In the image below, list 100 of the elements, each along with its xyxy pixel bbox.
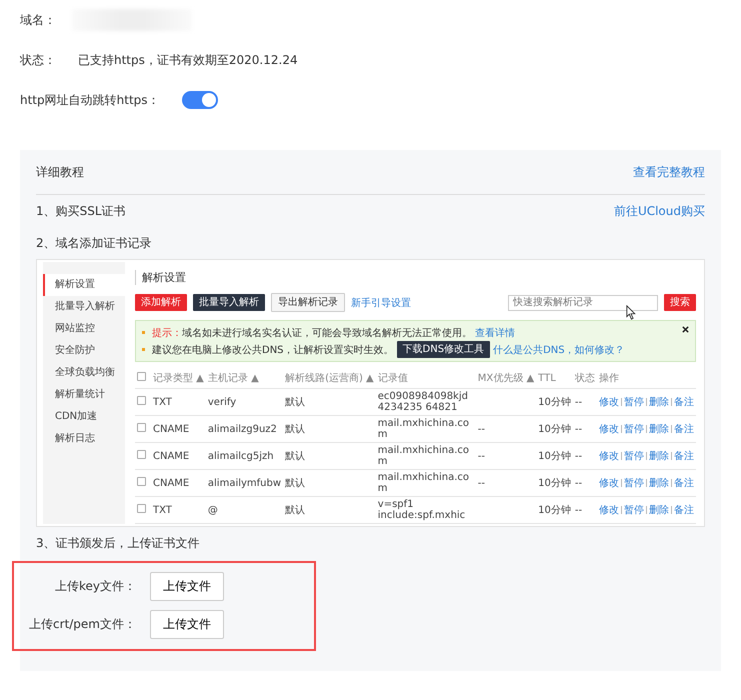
table-cell: v=spf1 include:spf.mxhic — [378, 499, 466, 521]
table-cell: mail.mxhichina.com — [378, 472, 470, 494]
table-cell: 默认 — [285, 424, 306, 435]
step-title: 3、证书颁发后，上传证书文件 — [36, 534, 200, 552]
sidebar-item[interactable]: 批量导入解析 — [43, 296, 125, 318]
search-field[interactable]: 快速搜索解析记录 — [508, 294, 658, 310]
row-action-link[interactable]: 备注 — [674, 424, 694, 435]
download-button[interactable]: 下载DNS修改工具 — [396, 341, 490, 358]
table-cell: 10分钟 — [538, 397, 571, 408]
row-action-link[interactable]: 删除 — [648, 505, 669, 516]
table-cell: alimailymfubw — [208, 478, 282, 488]
search-button[interactable]: 搜索 — [664, 294, 696, 311]
action-button[interactable]: 导出解析记录 — [271, 293, 345, 312]
close-icon[interactable] — [682, 326, 689, 333]
row-action-link[interactable]: 备注 — [674, 451, 694, 462]
sidebar-item[interactable]: 解析日志 — [43, 428, 125, 450]
row-action-link[interactable]: 备注 — [674, 505, 694, 516]
table-cell: -- — [574, 478, 582, 488]
bullet-icon — [142, 331, 145, 334]
row-action-link[interactable]: 暂停 — [624, 424, 644, 435]
action-button[interactable]: 添加解析 — [135, 294, 187, 311]
table-cell: TXT — [153, 396, 172, 408]
table-cell: -- — [478, 450, 485, 462]
sidebar-item[interactable]: 网站监控 — [43, 318, 125, 340]
table-cell: @ — [208, 504, 218, 516]
upload-button[interactable]: 上传文件 — [150, 572, 224, 600]
table-cell: CNAME — [153, 424, 190, 434]
field-label: http网址自动跳转https： — [20, 92, 160, 108]
sidebar-item[interactable]: 安全防护 — [43, 340, 125, 362]
step-title: 2、域名添加证书记录 — [36, 234, 152, 252]
field-label: 上传crt/pem文件： — [29, 616, 136, 632]
mouse-cursor-icon — [626, 305, 636, 320]
action-button[interactable]: 批量导入解析 — [193, 294, 265, 311]
table-cell: 10分钟 — [538, 478, 571, 489]
table-cell: -- — [574, 450, 582, 462]
row-action-link[interactable]: 暂停 — [624, 505, 644, 516]
row-action-link[interactable]: 暂停 — [624, 451, 644, 462]
sidebar-item[interactable]: 全球负载均衡 — [43, 362, 125, 384]
table-cell: -- — [478, 424, 485, 434]
row-action-link[interactable]: 删除 — [648, 478, 669, 489]
full-tutorial-link[interactable]: 查看完整教程 — [633, 164, 705, 180]
checkbox[interactable] — [137, 450, 146, 459]
table-cell: CNAME — [153, 450, 190, 462]
field-label: 状态： — [20, 52, 56, 68]
row-action-link[interactable]: 修改 — [598, 505, 619, 516]
row-action-link[interactable]: 修改 — [598, 478, 619, 489]
status-text: 已支持https，证书有效期至2020.12.24 — [78, 52, 298, 68]
table-cell: alimailzg9uz2 — [208, 424, 277, 434]
column-header: TTL — [538, 372, 556, 384]
row-action-link[interactable]: 删除 — [648, 451, 669, 462]
table-cell: 默认 — [285, 451, 306, 462]
column-header: 记录类型 ▲ — [153, 373, 204, 384]
help-link[interactable]: 什么是公共DNS，如何修改？ — [493, 342, 625, 356]
row-action-link[interactable]: 删除 — [648, 424, 669, 435]
table-cell: 默认 — [285, 478, 306, 489]
purchase-link[interactable]: 前往UCloud购买 — [614, 202, 705, 220]
table-cell: TXT — [153, 504, 172, 516]
sidebar-item[interactable]: 解析设置 — [43, 274, 125, 296]
row-action-link[interactable]: 修改 — [598, 397, 619, 408]
table-cell: 10分钟 — [538, 505, 571, 516]
checkbox[interactable] — [137, 372, 146, 381]
toggle-switch[interactable] — [182, 91, 218, 109]
column-header: 解析线路(运营商) ▲ — [285, 373, 374, 384]
table-cell: verify — [208, 396, 236, 408]
page-title: 解析设置 — [135, 270, 696, 285]
row-action-link[interactable]: 暂停 — [624, 397, 644, 408]
table-cell: 10分钟 — [538, 451, 571, 462]
panel-title: 详细教程 — [36, 164, 84, 180]
table-cell: -- — [478, 478, 485, 488]
row-action-link[interactable]: 修改 — [598, 451, 619, 462]
details-link[interactable]: 查看详情 — [475, 326, 515, 340]
table-cell: CNAME — [153, 478, 190, 488]
row-action-link[interactable]: 备注 — [674, 478, 694, 489]
table-cell: 默认 — [285, 505, 306, 516]
table-cell: 默认 — [285, 397, 306, 408]
field-label: 域名： — [20, 12, 56, 28]
guide-link[interactable]: 新手引导设置 — [351, 296, 411, 310]
field-label: 上传key文件： — [54, 578, 136, 594]
checkbox[interactable] — [137, 423, 146, 432]
row-action-link[interactable]: 暂停 — [624, 478, 644, 489]
row-action-link[interactable]: 修改 — [598, 424, 619, 435]
step-title: 1、购买SSL证书 — [36, 202, 126, 220]
column-header: 记录值 — [378, 373, 408, 384]
table-cell: mail.mxhichina.com — [378, 418, 470, 440]
checkbox[interactable] — [137, 504, 146, 513]
sidebar-item[interactable]: CDN加速 — [43, 406, 125, 428]
notice-text: 建议您在电脑上修改公共DNS，让解析设置实时生效。 — [152, 344, 394, 356]
bullet-icon — [142, 348, 145, 351]
table-cell: mail.mxhichina.com — [378, 445, 470, 467]
table-cell: -- — [574, 424, 582, 434]
checkbox[interactable] — [137, 396, 146, 405]
table-cell: -- — [574, 504, 582, 516]
sidebar-item[interactable]: 解析量统计 — [43, 384, 125, 406]
row-action-link[interactable]: 备注 — [674, 397, 694, 408]
upload-button[interactable]: 上传文件 — [150, 610, 224, 638]
table-cell: ec0908984098kjd4234235 64821 — [378, 391, 468, 413]
row-action-link[interactable]: 删除 — [648, 397, 669, 408]
table-cell: 10分钟 — [538, 424, 571, 435]
column-header: 状态 — [574, 373, 595, 384]
checkbox[interactable] — [137, 477, 146, 486]
